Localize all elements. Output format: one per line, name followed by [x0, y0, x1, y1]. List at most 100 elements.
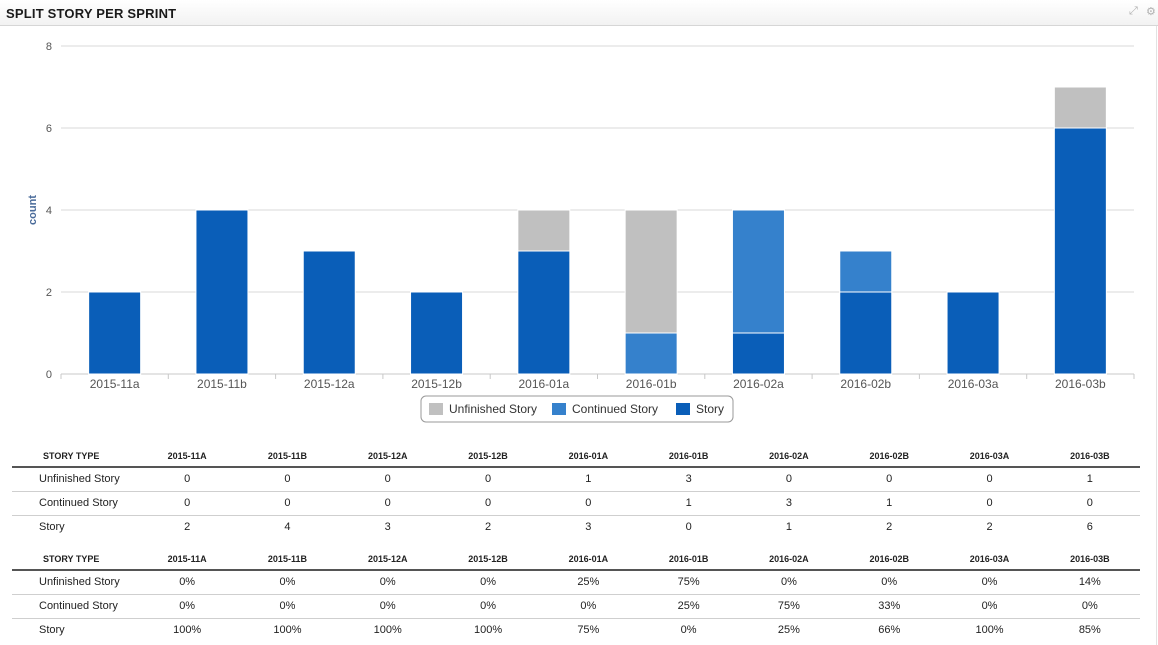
table-cell: 1 [1039, 467, 1140, 492]
table-cell: 0% [839, 570, 940, 595]
table-cell: 33% [839, 594, 940, 619]
table-cell: 0 [337, 491, 438, 516]
table-cell: 75% [638, 570, 739, 595]
table-cell: 0% [337, 570, 438, 595]
column-header: 2015-11B [237, 548, 338, 571]
bar-story [731, 332, 785, 375]
y-tick-label: 4 [46, 205, 52, 217]
table-cell: 2 [886, 521, 893, 534]
table-cell: 75% [738, 594, 840, 619]
row-label: Continued Story [12, 491, 137, 516]
counts-table: STORY TYPE 2015-11A 2015-11B 2015-12A 2015-1… [12, 445, 1140, 539]
table-cell: 1 [839, 491, 940, 516]
column-header: 2016-01B [638, 548, 739, 571]
x-tick-label: 2016-02a [733, 377, 784, 391]
bar-story [88, 291, 142, 375]
table-cell: 2 [184, 521, 191, 534]
table-cell: 1 [538, 467, 639, 492]
bar-story [946, 291, 1000, 375]
percent-table: STORY TYPE 2015-11A 2015-11B 2015-12A 2015-1… [12, 548, 1140, 642]
x-tick-label: 2016-01b [626, 377, 677, 391]
bar-story [839, 291, 893, 375]
bar-story [195, 209, 249, 375]
legend-label: Continued Story [572, 402, 658, 416]
table-cell: 85% [1078, 624, 1101, 637]
table-cell: 25% [538, 570, 639, 595]
bar-unfinished-story [624, 209, 678, 334]
column-header: 2016-03B [1039, 548, 1140, 571]
table-cell: 3 [384, 521, 391, 534]
table-cell: 0 [939, 491, 1040, 516]
table-cell: 0% [437, 594, 539, 619]
table-cell: 14% [1039, 570, 1140, 595]
widget-panel: SPLIT STORY PER SPRINT ⤢ ⚙ 0 2 4 6 8 count 201… [0, 0, 1158, 645]
table-cell: 0 [237, 467, 338, 492]
legend-label: Unfinished Story [449, 402, 537, 416]
table-cell: 0% [680, 624, 697, 637]
x-tick-label: 2016-01a [518, 377, 569, 391]
table-cell: 2 [986, 521, 993, 534]
table-cell: 100% [173, 624, 202, 637]
table-cell: 0 [137, 467, 238, 492]
table-cell: 0% [538, 594, 639, 619]
bar-continued-story [839, 250, 893, 293]
table-cell: 3 [738, 491, 840, 516]
table-cell: 0 [437, 491, 539, 516]
table-cell: 4 [284, 521, 291, 534]
table-row: Story 100% 100% 100% 100% 75% 0% 25% 66% 100% 85% [12, 618, 1140, 642]
y-tick-label: 8 [46, 41, 52, 53]
column-header: 2016-03A [939, 445, 1040, 468]
bar-story [410, 291, 464, 375]
column-header: 2015-12A [337, 445, 438, 468]
table-cell: 0 [437, 467, 539, 492]
column-header-story-type: STORY TYPE [12, 548, 137, 571]
y-axis-title: count [27, 195, 39, 225]
column-header-story-type: STORY TYPE [12, 445, 137, 468]
column-header: 2016-02B [839, 548, 940, 571]
gear-icon[interactable]: ⚙ [1146, 5, 1156, 18]
table-cell: 0 [738, 467, 840, 492]
table-cell: 0% [337, 594, 438, 619]
bar-continued-story [624, 332, 678, 375]
table-cell: 0% [137, 570, 238, 595]
table-cell: 1 [785, 521, 792, 534]
column-header: 2015-11A [137, 548, 238, 571]
table-cell: 75% [577, 624, 600, 637]
bar-story [1053, 127, 1107, 375]
column-header: 2016-02B [839, 445, 940, 468]
table-cell: 100% [373, 624, 402, 637]
table-row: Unfinished Story 0 0 0 0 1 3 0 0 0 1 [12, 467, 1140, 492]
bar-unfinished-story [1053, 86, 1107, 129]
row-label: Continued Story [12, 594, 137, 619]
bar-unfinished-story [517, 209, 571, 252]
row-label: Story [39, 521, 65, 534]
table-cell: 0% [939, 570, 1040, 595]
expand-icon[interactable]: ⤢ [1129, 5, 1138, 18]
column-header: 2016-03A [939, 548, 1040, 571]
table-cell: 3 [638, 467, 739, 492]
x-tick-label: 2015-11b [197, 377, 247, 391]
x-tick-label: 2015-12b [411, 377, 462, 391]
column-header: 2015-12B [437, 548, 539, 571]
table-cell: 1 [638, 491, 739, 516]
column-header: 2015-11B [237, 445, 338, 468]
table-cell: 2 [484, 521, 492, 534]
legend-swatch [429, 403, 443, 415]
x-tick-label: 2016-02b [840, 377, 891, 391]
panel-header: SPLIT STORY PER SPRINT ⤢ ⚙ [0, 0, 1158, 26]
column-header: 2015-11A [137, 445, 238, 468]
row-label: Unfinished Story [12, 467, 137, 492]
table-cell: 25% [777, 624, 800, 637]
table-row: Unfinished Story 0% 0% 0% 0% 25% 75% 0% 0% 0% 14% [12, 570, 1140, 595]
table-cell: 6 [1086, 521, 1093, 534]
table-cell: 0 [337, 467, 438, 492]
table-cell: 0 [538, 491, 639, 516]
column-header: 2015-12B [437, 445, 539, 468]
bar-story [517, 250, 571, 375]
column-header: 2016-02A [738, 445, 840, 468]
table-cell: 0 [939, 467, 1040, 492]
table-cell: 0% [437, 570, 539, 595]
table-cell: 0% [939, 594, 1040, 619]
column-header: 2016-03B [1039, 445, 1140, 468]
bar-story [302, 250, 356, 375]
